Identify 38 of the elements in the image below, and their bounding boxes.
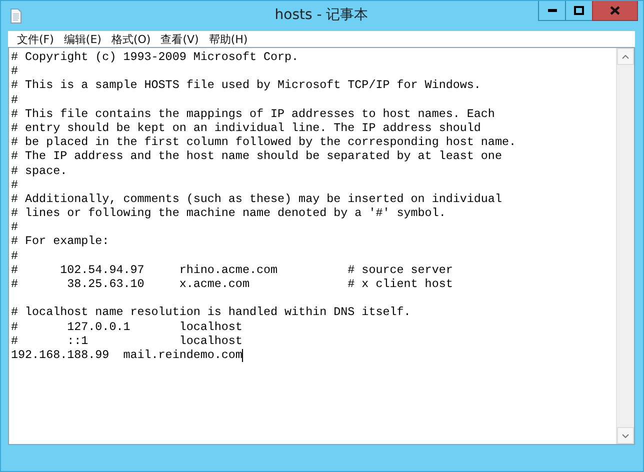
- menu-item[interactable]: 编辑(E): [60, 32, 104, 46]
- scroll-up-button[interactable]: [617, 48, 634, 65]
- text-line: # This file contains the mappings of IP addresses to host names. Each: [11, 106, 495, 121]
- caret-down-icon: [622, 434, 629, 438]
- text-line: # space.: [11, 164, 68, 178]
- text-line: #: [11, 220, 18, 234]
- text-line: # For example:: [11, 234, 110, 249]
- text-caret: [242, 348, 244, 362]
- text-line: # Additionally, comments (such as these) may be inserted on individual: [11, 192, 502, 206]
- text-line: #: [11, 92, 18, 107]
- scroll-down-button[interactable]: [617, 427, 634, 444]
- menu-item[interactable]: 查看(V): [158, 32, 202, 46]
- text-line: # entry should be kept on an individual line. The IP address should: [11, 120, 481, 136]
- text-line: #: [11, 64, 18, 78]
- text-line: # This is a sample HOSTS file used by Microsoft TCP/IP for Windows.: [11, 78, 481, 93]
- minimize-button[interactable]: [538, 1, 566, 21]
- close-button[interactable]: [592, 1, 638, 21]
- menu-item[interactable]: 文件(F): [14, 32, 57, 46]
- text-line: # be placed in the first column followed by the corresponding host name.: [11, 135, 516, 150]
- minimize-icon: [548, 9, 556, 12]
- text-line: # ::1 localhost: [11, 334, 242, 348]
- menu-item[interactable]: 帮助(H): [206, 32, 251, 46]
- text-line: # localhost name resolution is handled within DNS itself.: [11, 305, 411, 320]
- text-line: # lines or following the machine name denoted by a '#' symbol.: [11, 206, 446, 220]
- text-line: 192.168.188.99 mail.reindemo.com: [11, 348, 242, 362]
- text-line: #: [11, 178, 18, 192]
- text-line: # 127.0.0.1 localhost: [11, 320, 242, 334]
- text-line: # 102.54.94.97 rhino.acme.com # source server: [11, 262, 453, 278]
- maximize-icon: [574, 6, 584, 15]
- caret-up-icon: [622, 54, 629, 58]
- close-icon: [610, 6, 620, 15]
- text-line: #: [11, 248, 18, 263]
- menu-item[interactable]: 格式(O): [108, 32, 154, 46]
- text-line: # 38.25.63.10 x.acme.com # x client host: [11, 277, 453, 292]
- window-title: hosts - 记事本: [274, 6, 368, 24]
- notepad-icon: [10, 8, 22, 24]
- text-line: # The IP address and the host name should be separated by at least one: [11, 149, 502, 164]
- text-line: # Copyright (c) 1993-2009 Microsoft Corp.: [11, 50, 299, 64]
